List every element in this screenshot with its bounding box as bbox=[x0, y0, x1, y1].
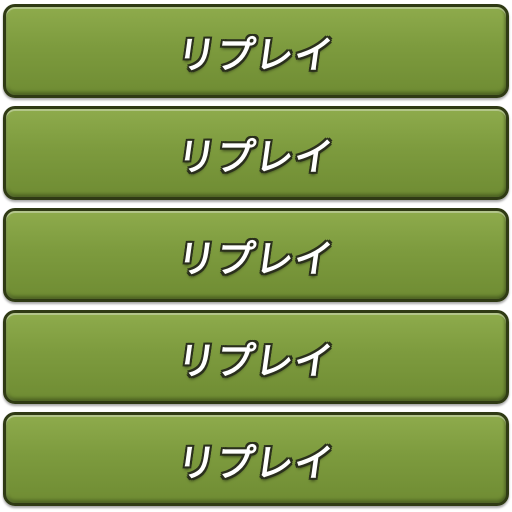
replay-button-5[interactable]: リプレイ bbox=[3, 412, 509, 506]
replay-button-label: リプレイ bbox=[174, 236, 337, 281]
replay-button-label: リプレイ bbox=[174, 440, 337, 485]
replay-button-stack: リプレイ リプレイ リプレイ リプレイ リプレイ bbox=[0, 0, 512, 512]
replay-button-4[interactable]: リプレイ bbox=[3, 310, 509, 404]
replay-button-2[interactable]: リプレイ bbox=[3, 106, 509, 200]
replay-button-label: リプレイ bbox=[174, 32, 337, 77]
replay-button-3[interactable]: リプレイ bbox=[3, 208, 509, 302]
replay-button-label: リプレイ bbox=[174, 134, 337, 179]
replay-button-1[interactable]: リプレイ bbox=[3, 4, 509, 98]
replay-button-label: リプレイ bbox=[174, 338, 337, 383]
